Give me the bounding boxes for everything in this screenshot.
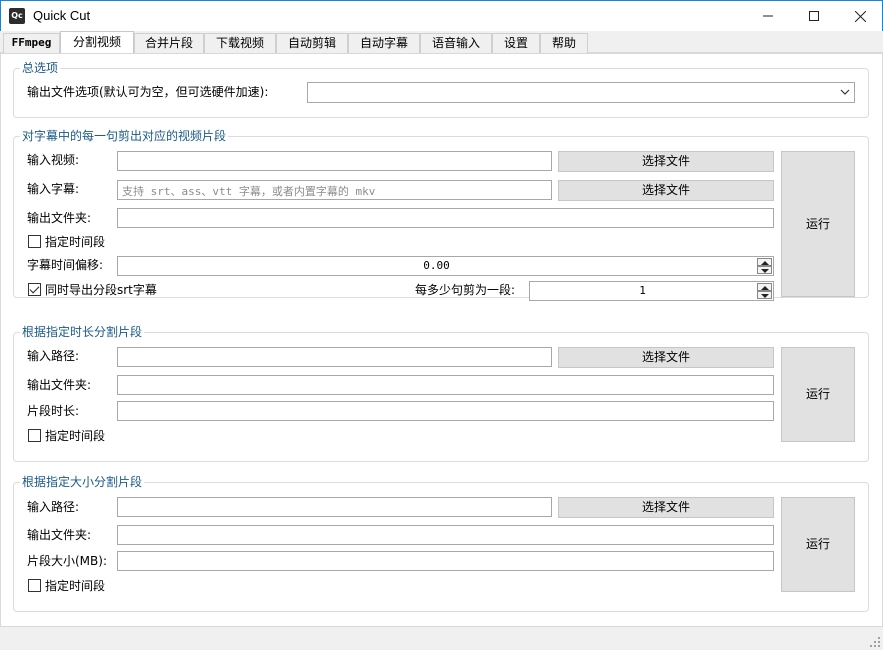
close-icon [854,10,866,23]
export-srt-checkbox[interactable] [28,283,41,296]
offset-spinbox[interactable]: 0.00 [117,256,774,276]
spin-up-button[interactable] [757,283,772,291]
group-title: 根据指定大小分割片段 [20,475,145,489]
offset-value: 0.00 [423,259,450,272]
output-folder-field[interactable] [117,375,774,395]
general-options-group: 总选项 输出文件选项(默认可为空，但可选硬件加速): [13,61,869,118]
tab-help[interactable]: 帮助 [540,33,588,53]
subtitle-split-run-button[interactable]: 运行 [781,151,855,297]
status-bar [0,627,883,650]
segment-size-field[interactable] [117,551,774,571]
time-range-label: 指定时间段 [45,429,106,443]
maximize-icon [809,11,819,21]
input-video-label: 输入视频: [27,153,80,167]
offset-label: 字幕时间偏移: [27,258,104,272]
choose-input-file-button[interactable]: 选择文件 [558,497,774,518]
output-folder-label: 输出文件夹: [27,528,92,542]
size-split-group: 根据指定大小分割片段 输入路径: 选择文件 输出文件夹: 片段大小(MB): 指… [13,475,869,612]
tab-ffmpeg[interactable]: FFmpeg [3,33,60,53]
time-range-label: 指定时间段 [45,235,106,249]
tab-merge-clips[interactable]: 合并片段 [134,33,204,53]
app-icon: Qc [9,8,25,24]
segment-duration-field[interactable] [117,401,774,421]
output-options-label: 输出文件选项(默认可为空，但可选硬件加速): [27,85,269,99]
export-srt-label: 同时导出分段srt字幕 [45,283,157,297]
spin-down-button[interactable] [757,266,772,274]
choose-subtitle-file-button[interactable]: 选择文件 [558,180,774,201]
choose-input-file-button[interactable]: 选择文件 [558,347,774,368]
spin-up-button[interactable] [757,258,772,266]
segment-duration-label: 片段时长: [27,404,80,418]
input-video-field[interactable] [117,151,552,171]
arrow-up-icon [761,261,769,265]
title-bar: Qc Quick Cut [0,0,883,31]
input-path-label: 输入路径: [27,349,80,363]
close-button[interactable] [837,1,883,31]
time-range-label: 指定时间段 [45,579,106,593]
tab-auto-subtitle[interactable]: 自动字幕 [348,33,420,53]
tab-settings[interactable]: 设置 [492,33,540,53]
arrow-down-icon [761,269,769,273]
arrow-up-icon [761,286,769,290]
window-title: Quick Cut [33,8,91,23]
input-subtitle-placeholder: 支持 srt、ass、vtt 字幕，或者内置字幕的 mkv [122,185,376,198]
output-options-combo[interactable] [307,82,855,103]
duration-split-group: 根据指定时长分割片段 输入路径: 选择文件 输出文件夹: 片段时长: 指定时间段… [13,325,869,462]
group-title: 对字幕中的每一句剪出对应的视频片段 [20,129,229,143]
time-range-checkbox[interactable] [28,579,41,592]
time-range-checkbox[interactable] [28,235,41,248]
per-segment-spinbox[interactable]: 1 [529,281,774,301]
tab-split-video[interactable]: 分割视频 [60,31,134,53]
time-range-checkbox[interactable] [28,429,41,442]
group-title: 根据指定时长分割片段 [20,325,145,339]
output-folder-label: 输出文件夹: [27,378,92,392]
minimize-icon [763,15,773,17]
tab-bar: FFmpeg 分割视频 合并片段 下载视频 自动剪辑 自动字幕 语音输入 设置 … [0,31,883,53]
output-folder-field[interactable] [117,525,774,545]
input-path-label: 输入路径: [27,500,80,514]
group-title: 总选项 [20,61,61,75]
input-path-field[interactable] [117,347,552,367]
output-folder-label: 输出文件夹: [27,211,92,225]
input-path-field[interactable] [117,497,552,517]
spin-down-button[interactable] [757,291,772,299]
per-segment-label: 每多少句剪为一段: [415,283,516,297]
segment-size-label: 片段大小(MB): [27,554,107,568]
input-subtitle-label: 输入字幕: [27,182,80,196]
tab-panel: 总选项 输出文件选项(默认可为空，但可选硬件加速): 对字幕中的每一句剪出对应的… [0,53,883,627]
chevron-down-icon [840,89,850,95]
tab-download-video[interactable]: 下载视频 [204,33,276,53]
tab-auto-edit[interactable]: 自动剪辑 [276,33,348,53]
duration-split-run-button[interactable]: 运行 [781,347,855,442]
resize-grip-icon[interactable] [869,636,881,648]
tab-voice-input[interactable]: 语音输入 [420,33,492,53]
maximize-button[interactable] [791,1,837,31]
arrow-down-icon [761,294,769,298]
minimize-button[interactable] [745,1,791,31]
input-subtitle-field[interactable]: 支持 srt、ass、vtt 字幕，或者内置字幕的 mkv [117,180,552,200]
size-split-run-button[interactable]: 运行 [781,497,855,592]
choose-video-file-button[interactable]: 选择文件 [558,151,774,172]
subtitle-split-group: 对字幕中的每一句剪出对应的视频片段 输入视频: 选择文件 输入字幕: 支持 sr… [13,129,869,301]
output-folder-field[interactable] [117,208,774,228]
per-segment-value: 1 [639,284,646,297]
